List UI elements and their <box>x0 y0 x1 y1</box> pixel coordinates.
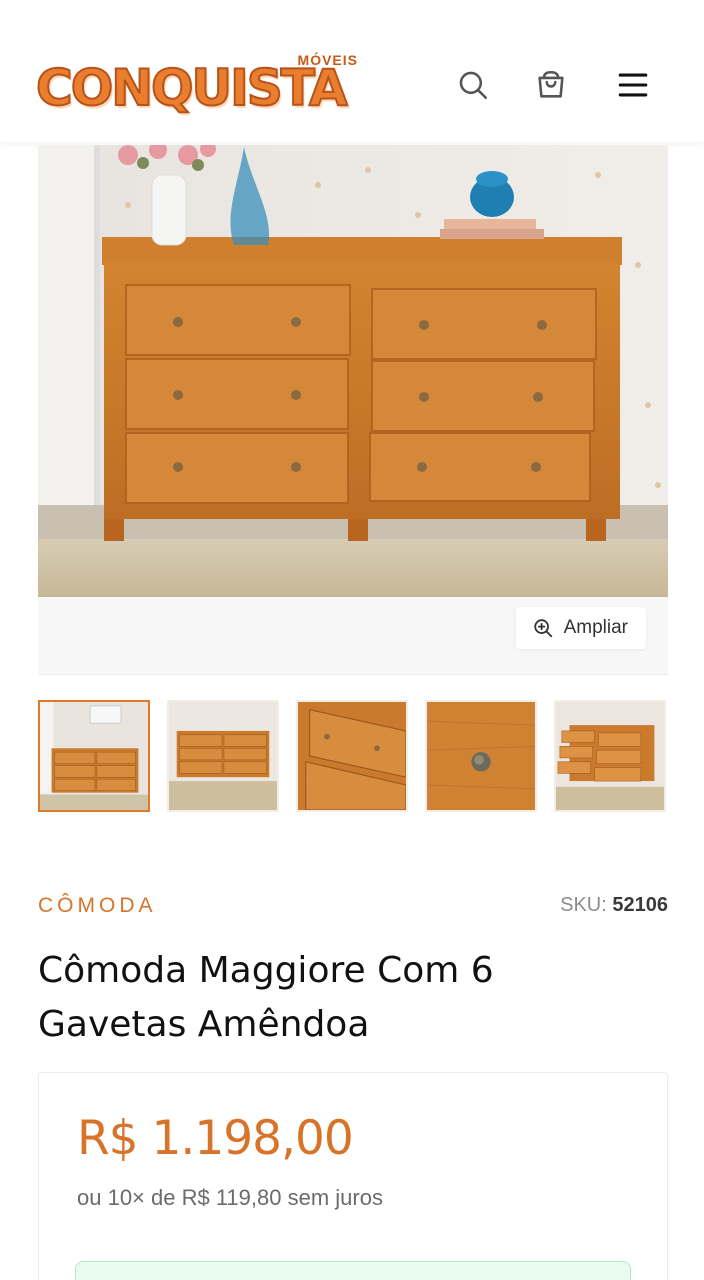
menu-button[interactable] <box>610 62 656 108</box>
product-main-image[interactable] <box>38 145 668 597</box>
thumbnail-5-image <box>556 702 664 810</box>
price-card: R$ 1.198,00 ou 10× de R$ 119,80 sem juro… <box>38 1072 668 1280</box>
cart-icon <box>538 70 564 98</box>
thumbnail-3-image <box>298 702 406 810</box>
menu-icon <box>618 73 648 97</box>
thumbnail-2[interactable] <box>167 700 279 812</box>
sku-value: 52106 <box>612 894 668 916</box>
thumbnail-2-image <box>169 702 277 810</box>
thumbnail-4-image <box>427 702 535 810</box>
zoom-label: Ampliar <box>563 617 628 638</box>
thumbnail-3[interactable] <box>296 700 408 812</box>
site-header: MÓVEIS CONQUISTA <box>0 0 704 142</box>
thumbnail-1-image <box>40 702 148 810</box>
brand-logo-main: CONQUISTA <box>35 58 349 118</box>
search-icon <box>459 71 488 100</box>
product-price: R$ 1.198,00 <box>77 1111 354 1166</box>
zoom-in-icon <box>533 619 552 638</box>
dresser-photo <box>38 145 668 597</box>
thumbnail-5[interactable] <box>554 700 666 812</box>
thumbnail-4[interactable] <box>425 700 537 812</box>
image-toolbar: Ampliar <box>38 597 668 675</box>
brand-logo[interactable]: MÓVEIS CONQUISTA <box>35 50 376 120</box>
zoom-button[interactable]: Ampliar <box>515 607 646 649</box>
product-sku: SKU: 52106 <box>560 894 668 917</box>
search-button[interactable] <box>450 62 496 108</box>
sku-label: SKU: <box>560 894 607 916</box>
installments-info: ou 10× de R$ 119,80 sem juros <box>77 1185 383 1210</box>
cart-button[interactable] <box>528 62 574 108</box>
thumbnail-1[interactable] <box>38 700 150 812</box>
thumbnail-strip <box>38 700 668 812</box>
product-category[interactable]: CÔMODA <box>38 894 157 918</box>
pix-discount-box <box>75 1261 631 1280</box>
product-title: Cômoda Maggiore Com 6 Gavetas Amêndoa <box>38 950 494 1045</box>
